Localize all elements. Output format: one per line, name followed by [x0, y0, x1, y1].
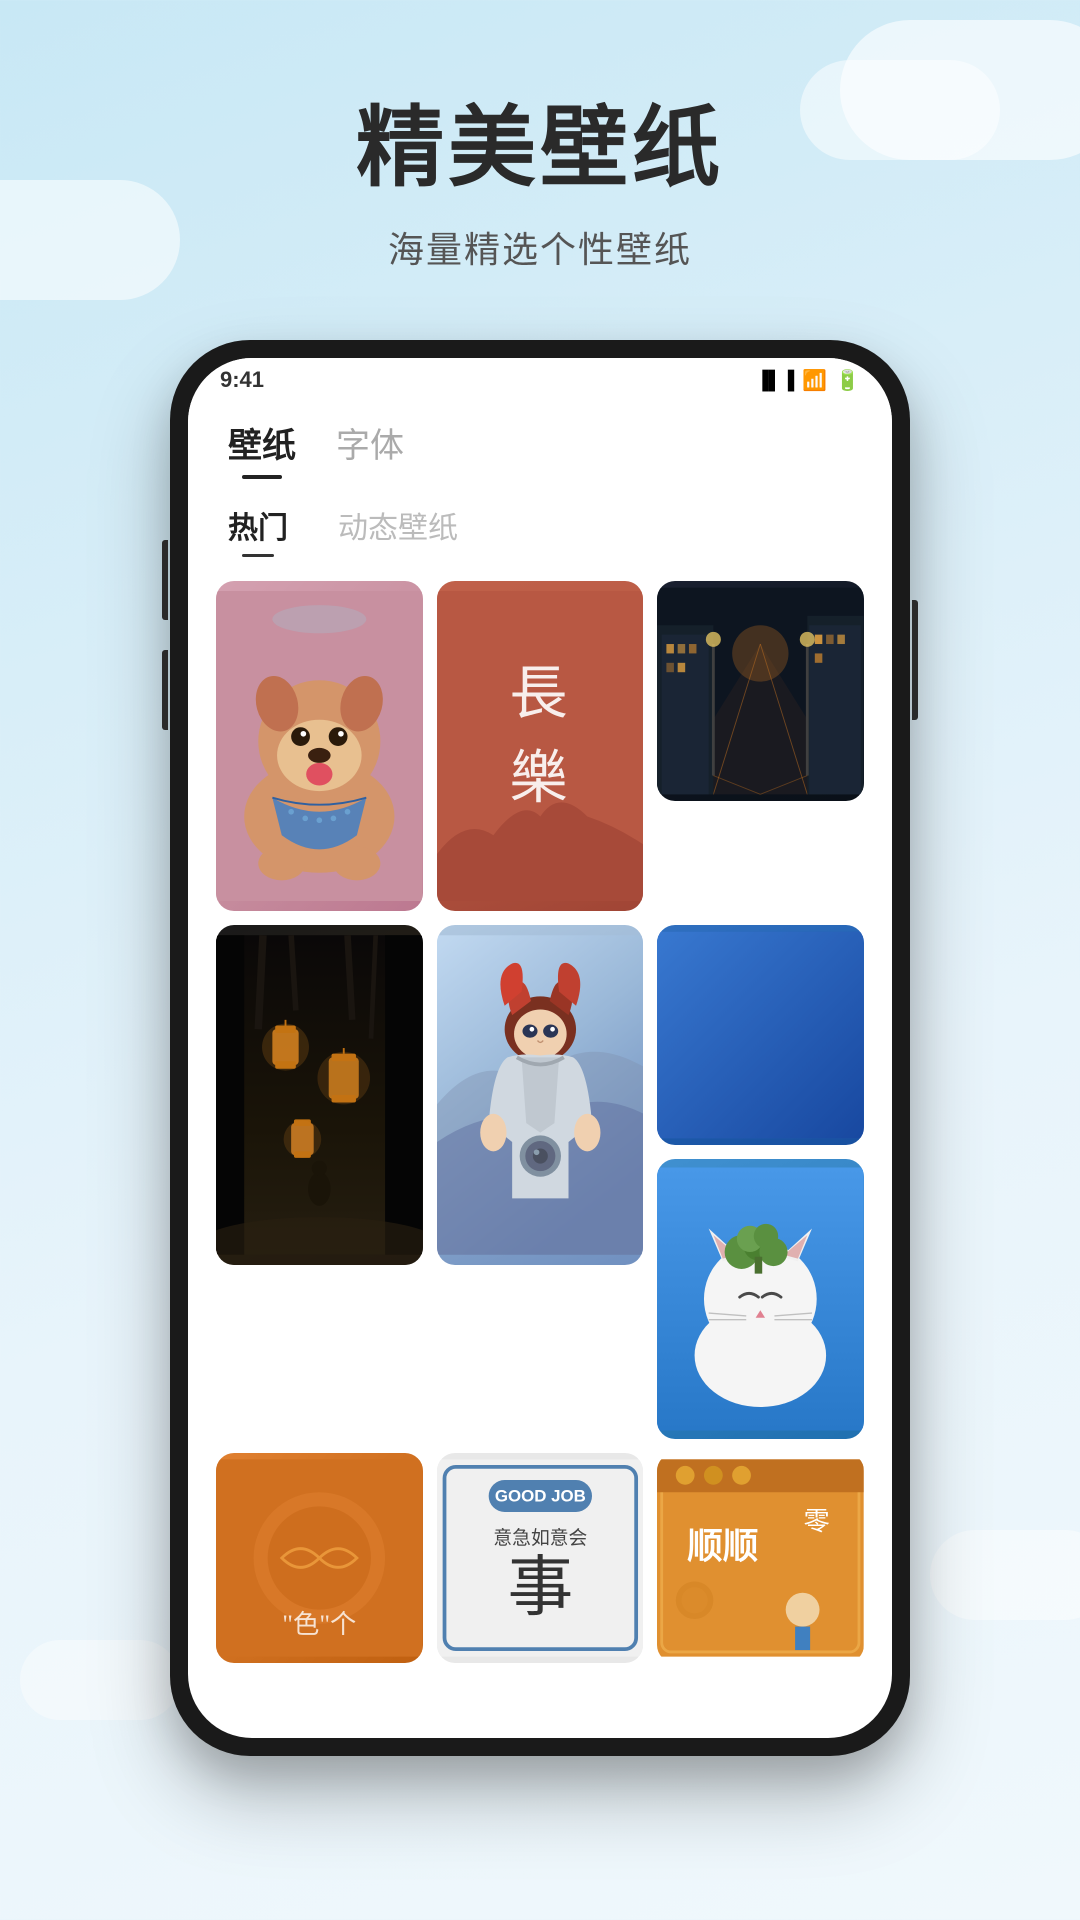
- app-navigation: 壁纸 字体: [188, 402, 892, 479]
- subtab-dynamic[interactable]: 动态壁纸: [338, 503, 458, 557]
- wifi-icon: 📶: [802, 368, 827, 393]
- app-subtitle: 海量精选个性壁纸: [0, 221, 1080, 273]
- wallpaper-goodjob[interactable]: GOOD JOB 意急如意会 事: [437, 1453, 644, 1663]
- wallpaper-blue-solid[interactable]: [657, 925, 864, 1145]
- wallpaper-anime-warrior[interactable]: [437, 925, 644, 1265]
- battery-icon: 🔋: [835, 368, 860, 393]
- wallpaper-dog[interactable]: [216, 581, 423, 911]
- wallpaper-chinese2[interactable]: 顺顺 零: [657, 1453, 864, 1663]
- anime-warrior-illustration: [437, 925, 644, 1265]
- power-button: [912, 600, 918, 720]
- app-title: 精美壁纸: [0, 100, 1080, 197]
- goodjob-illustration: GOOD JOB 意急如意会 事: [437, 1453, 644, 1663]
- street-night-illustration: [657, 581, 864, 801]
- phone-mockup: 9:41 ▐▌▐ 📶 🔋 壁纸 字体 热门: [170, 340, 910, 1756]
- chinese-longle-illustration: 長 樂: [437, 581, 644, 911]
- tab-font[interactable]: 字体: [336, 418, 404, 479]
- svg-text:顺顺: 顺顺: [687, 1526, 758, 1566]
- cloud-decoration-4: [930, 1530, 1080, 1620]
- sub-navigation: 热门 动态壁纸: [188, 479, 892, 565]
- status-time: 9:41: [220, 367, 264, 393]
- wallpaper-street-night[interactable]: [657, 581, 864, 801]
- svg-text:樂: 樂: [509, 746, 571, 811]
- wallpaper-dark-forest[interactable]: [216, 925, 423, 1265]
- svg-text:零: 零: [804, 1507, 830, 1536]
- volume-up-button: [162, 540, 168, 620]
- blue-solid-illustration: [657, 925, 864, 1145]
- volume-down-button: [162, 650, 168, 730]
- svg-text:GOOD JOB: GOOD JOB: [494, 1487, 585, 1506]
- wallpaper-grid: 長 樂: [188, 565, 892, 1679]
- dog-illustration: [216, 581, 423, 911]
- svg-text:事: 事: [507, 1552, 573, 1625]
- dark-forest-illustration: [216, 925, 423, 1265]
- cat-illustration: [657, 1159, 864, 1439]
- header: 精美壁纸 海量精选个性壁纸: [0, 0, 1080, 273]
- svg-text:意急如意会: 意急如意会: [493, 1527, 587, 1549]
- status-icons: ▐▌▐ 📶 🔋: [756, 368, 860, 393]
- chinese2-illustration: 顺顺 零: [657, 1453, 864, 1663]
- subtab-hot[interactable]: 热门: [228, 503, 288, 557]
- wallpaper-spiral[interactable]: "色"个: [216, 1453, 423, 1663]
- wallpaper-chinese-longle[interactable]: 長 樂: [437, 581, 644, 911]
- svg-text:"色"个: "色"个: [282, 1610, 356, 1639]
- signal-icon: ▐▌▐: [756, 370, 794, 391]
- wallpaper-cat[interactable]: [657, 1159, 864, 1439]
- phone-screen: 9:41 ▐▌▐ 📶 🔋 壁纸 字体 热门: [188, 358, 892, 1738]
- cloud-decoration-5: [20, 1640, 180, 1720]
- tab-wallpaper[interactable]: 壁纸: [228, 418, 296, 479]
- status-bar: 9:41 ▐▌▐ 📶 🔋: [188, 358, 892, 402]
- phone-frame: 9:41 ▐▌▐ 📶 🔋 壁纸 字体 热门: [170, 340, 910, 1756]
- spiral-illustration: "色"个: [216, 1453, 423, 1663]
- svg-text:長: 長: [509, 661, 571, 726]
